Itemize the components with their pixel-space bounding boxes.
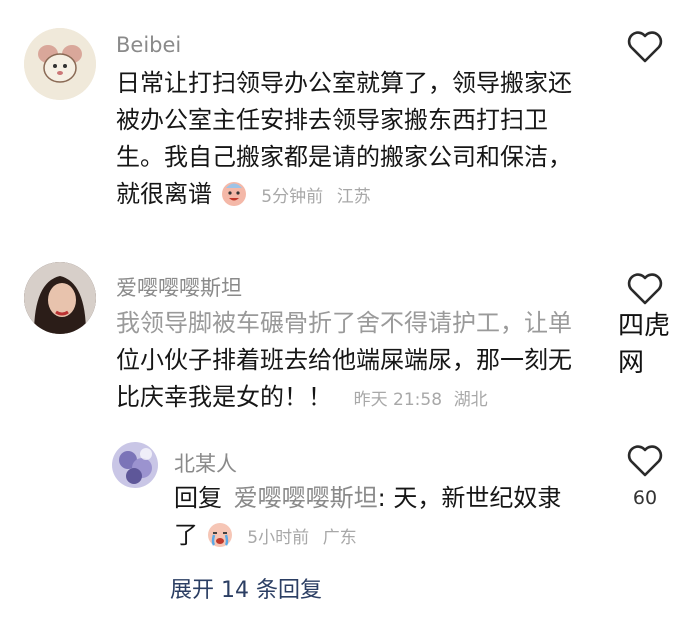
comment-time: 5分钟前 (261, 187, 324, 207)
comment-line-text: 比庆幸我是女的！！ (116, 383, 332, 411)
comment-time: 昨天 21:58 (353, 390, 443, 410)
reply-author[interactable]: 北某人 (174, 448, 237, 478)
like-button[interactable] (626, 30, 664, 64)
comment-line: 位小伙子排着班去给他端屎端尿，那一刻无 (116, 346, 572, 374)
like-count: 60 (632, 487, 658, 509)
heart-icon (627, 31, 663, 63)
avatar[interactable] (24, 262, 96, 334)
reply-line-last: 了 5小时前 广东 (174, 517, 614, 557)
comment-line: 我领导脚被车碾骨折了舍不得请护工，让单 (116, 309, 572, 337)
comment-line-text: 就很离谱 (116, 180, 212, 208)
heart-icon (627, 445, 663, 477)
expand-replies-button[interactable]: 展开 14 条回复 (170, 572, 322, 604)
comment-line: 生。我自己搬家都是请的搬家公司和保洁， (116, 143, 572, 171)
comment-text: 我领导脚被车碾骨折了舍不得请护工，让单 位小伙子排着班去给他端屎端尿，那一刻无 … (116, 305, 616, 419)
avatar-illustration (24, 28, 96, 100)
reply-text: 回复 爱嘤嘤嘤斯坦: 天，新世纪奴隶 了 5小时前 广东 (174, 480, 614, 557)
like-button[interactable] (626, 272, 664, 306)
avatar-photo (24, 262, 96, 334)
comment-line: 被办公室主任安排去领导家搬东西打扫卫 (116, 106, 548, 134)
watermark: 四虎网 (618, 311, 671, 378)
comment-text: 日常让打扫领导办公室就算了，领导搬家还 被办公室主任安排去领导家搬东西打扫卫 生… (116, 65, 616, 216)
reply-prefix: 回复 (174, 484, 222, 512)
reply-time: 5小时前 (247, 528, 310, 548)
comment-location: 湖北 (453, 390, 488, 410)
comment-line-last: 就很离谱 5分钟前 江苏 (116, 176, 616, 216)
like-button[interactable] (626, 444, 664, 478)
comment-line-last: 比庆幸我是女的！！ 昨天 21:58 湖北 (116, 379, 616, 419)
avatar[interactable] (112, 442, 158, 488)
reply-line-text: 了 (174, 521, 198, 549)
comment-author[interactable]: Beibei (116, 33, 181, 57)
crying-face-icon (206, 520, 234, 548)
heart-icon (627, 273, 663, 305)
comment-line: 日常让打扫领导办公室就算了，领导搬家还 (116, 69, 572, 97)
comment-author[interactable]: 爱嘤嘤嘤斯坦 (116, 272, 242, 302)
avatar[interactable] (24, 28, 96, 100)
reply-line-text: : 天，新世纪奴隶 (377, 484, 562, 512)
avatar-image (112, 442, 158, 488)
reply-location: 广东 (322, 528, 357, 548)
reply-to-user[interactable]: 爱嘤嘤嘤斯坦 (234, 484, 378, 512)
comment-location: 江苏 (336, 187, 371, 207)
reply-line: 回复 爱嘤嘤嘤斯坦: 天，新世纪奴隶 (174, 480, 614, 517)
grinning-face-icon (220, 179, 248, 207)
